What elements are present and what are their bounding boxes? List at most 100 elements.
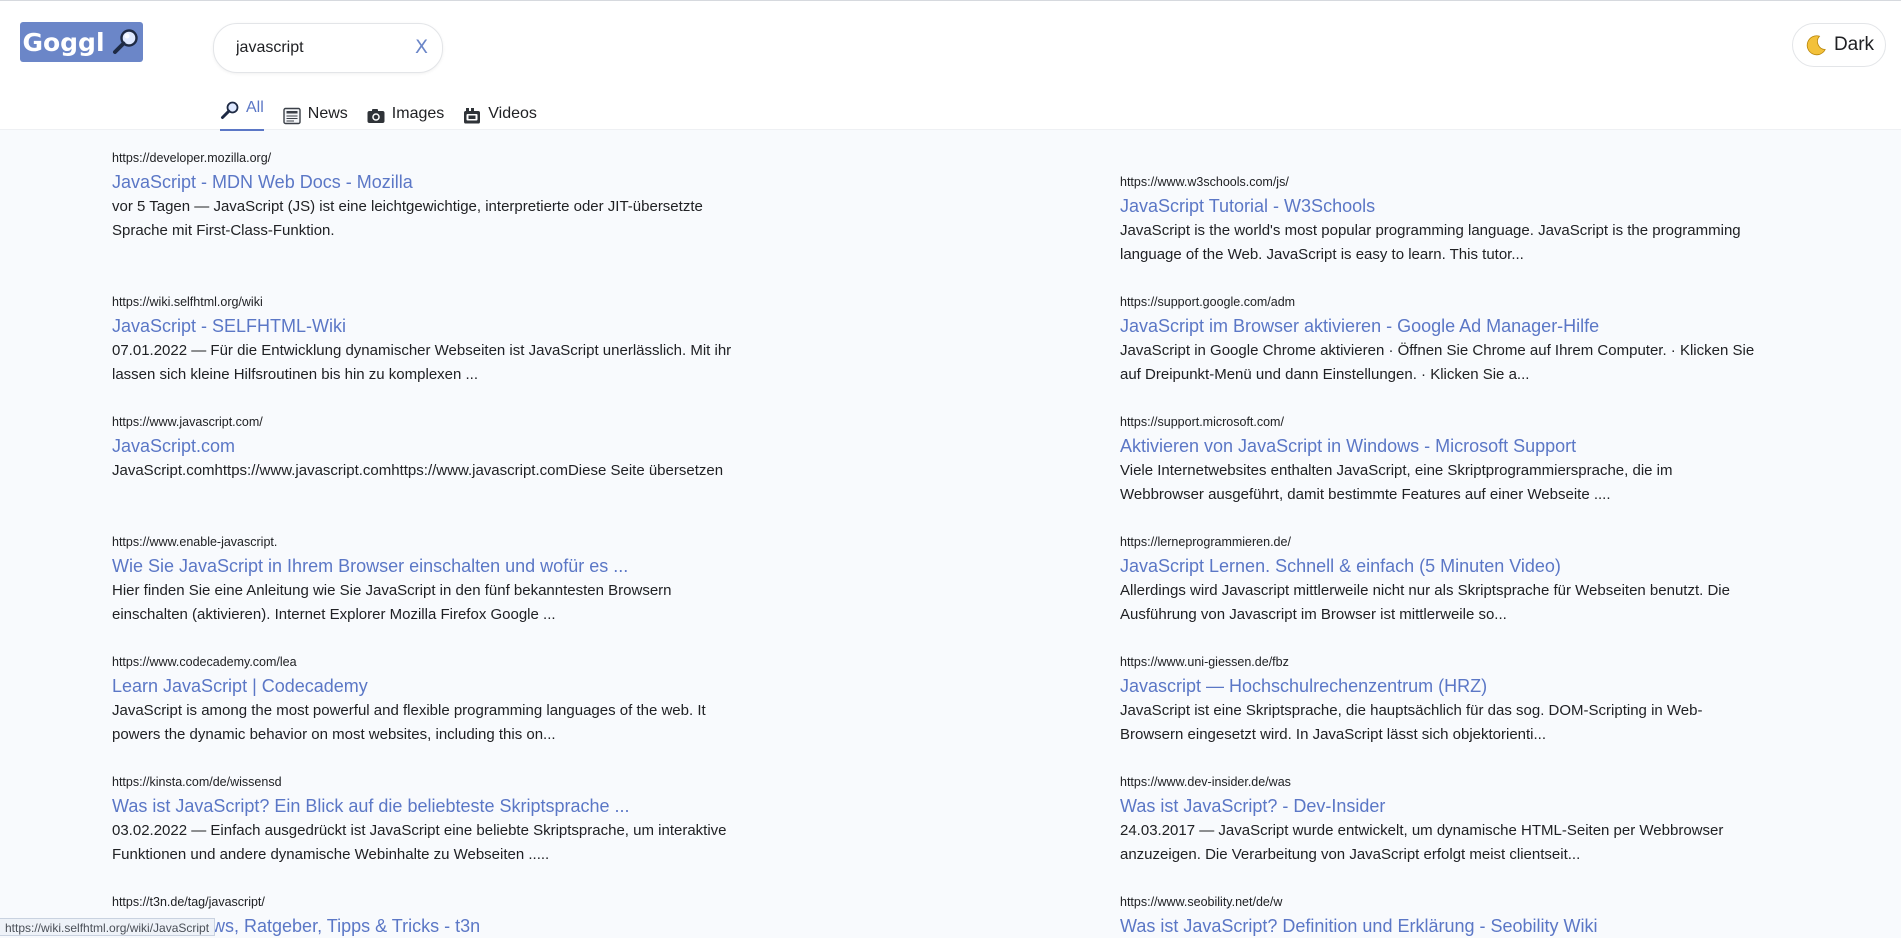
results-area: https://developer.mozilla.org/ JavaScrip… [0,130,1901,936]
tab-label: All [246,99,264,116]
logo-text: Goggl [22,27,105,57]
result-title-link[interactable]: JavaScript Lernen. Schnell & einfach (5 … [1120,554,1820,578]
snippet-line: lassen sich kleine Hilfsroutinen bis hin… [112,366,479,383]
result-snippet: 03.02.2022 — Einfach ausgedrückt ist Jav… [112,819,812,867]
snippet-line: powers the dynamic behavior on most webs… [112,726,556,743]
camera-icon [367,109,385,123]
snippet-line: Ausführung von Javascript im Browser ist… [1120,606,1507,623]
result-snippet: JavaScript.comhttps://www.javascript.com… [112,459,812,483]
snippet-line: JavaScript ist eine Skriptsprache, die h… [1120,702,1703,719]
result-url: https://www.seobility.net/de/w [1120,895,1283,909]
result-item: https://t3n.de/tag/javascript/ ews, Ratg… [112,894,812,938]
snippet-line: JavaScript in Google Chrome aktivieren ·… [1120,342,1755,359]
snippet-line: language of the Web. JavaScript is easy … [1120,246,1524,263]
snippet-line: 03.02.2022 — Einfach ausgedrückt ist Jav… [112,822,727,839]
snippet-line: Webbrowser ausgeführt, damit bestimmte F… [1120,486,1611,503]
magnifier-icon [221,101,239,119]
dark-mode-label: Dark [1833,34,1875,55]
tab-label: Videos [488,105,537,122]
result-url: https://kinsta.com/de/wissensd [112,775,282,789]
result-title-link[interactable]: ews, Ratgeber, Tipps & Tricks - t3n [112,914,812,938]
snippet-line: Hier finden Sie eine Anleitung wie Sie J… [112,582,672,599]
result-url: https://lerneprogrammieren.de/ [1120,535,1291,549]
tab-label: Images [391,105,445,122]
snippet-line: Viele Internetwebsites enthalten JavaScr… [1120,462,1673,479]
tab-videos[interactable]: Videos [462,97,537,131]
result-url: https://www.w3schools.com/js/ [1120,175,1289,189]
result-url: https://www.enable-javascript. [112,535,278,549]
result-title-link[interactable]: JavaScript Tutorial - W3Schools [1120,194,1820,218]
result-title-link[interactable]: Learn JavaScript | Codecademy [112,674,812,698]
snippet-line: einschalten (aktivieren). Internet Explo… [112,606,556,623]
result-item: https://wiki.selfhtml.org/wiki JavaScrip… [112,294,812,387]
result-url: https://support.microsoft.com/ [1120,415,1284,429]
tab-images[interactable]: Images [366,97,444,131]
result-snippet: JavaScript ist eine Skriptsprache, die h… [1120,699,1820,747]
dark-mode-toggle[interactable]: Dark [1792,23,1886,67]
snippet-line: JavaScript is the world's most popular p… [1120,222,1741,239]
result-url: https://t3n.de/tag/javascript/ [112,895,265,909]
snippet-line: 07.01.2022 — Für die Entwicklung dynamis… [112,342,732,359]
snippet-line: Funktionen und andere dynamische Webinha… [112,846,550,863]
search-box: X [213,23,443,73]
result-title-link[interactable]: JavaScript - SELFHTML-Wiki [112,314,812,338]
result-item: https://www.w3schools.com/js/ JavaScript… [1120,174,1820,267]
magnifier-icon [112,29,138,54]
result-snippet: Hier finden Sie eine Anleitung wie Sie J… [112,579,812,627]
result-item: https://www.uni-giessen.de/fbz Javascrip… [1120,654,1820,747]
result-snippet: Viele Internetwebsites enthalten JavaScr… [1120,459,1820,507]
moon-icon [1806,35,1826,56]
result-snippet: 07.01.2022 — Für die Entwicklung dynamis… [112,339,812,387]
result-title-link[interactable]: Was ist JavaScript? Ein Blick auf die be… [112,794,812,818]
result-url: https://developer.mozilla.org/ [112,151,272,165]
result-url: https://www.uni-giessen.de/fbz [1120,655,1289,669]
result-item: https://www.dev-insider.de/was Was ist J… [1120,774,1820,867]
tab-label: News [307,105,348,122]
result-url: https://www.javascript.com/ [112,415,263,429]
result-snippet: JavaScript is the world's most popular p… [1120,219,1820,267]
search-input[interactable] [236,36,406,60]
result-snippet: JavaScript is among the most powerful an… [112,699,812,747]
search-tabs: All News Images Videos [220,97,555,131]
result-title-link[interactable]: Wie Sie JavaScript in Ihrem Browser eins… [112,554,812,578]
snippet-line: JavaScript is among the most powerful an… [112,702,706,719]
result-url: https://support.google.com/adm [1120,295,1296,309]
result-item: https://developer.mozilla.org/ JavaScrip… [112,150,812,243]
result-title-link[interactable]: Javascript — Hochschulrechenzentrum (HRZ… [1120,674,1820,698]
result-title-link[interactable]: Was ist JavaScript? Definition und Erklä… [1120,914,1820,938]
result-item: https://lerneprogrammieren.de/ JavaScrip… [1120,534,1820,627]
snippet-line: 24.03.2017 — JavaScript wurde entwickelt… [1120,822,1724,839]
result-url: https://www.codecademy.com/lea [112,655,297,669]
result-item: https://www.enable-javascript. Wie Sie J… [112,534,812,627]
snippet-line: auf Dreipunkt-Menü und dann Einstellunge… [1120,366,1530,383]
clear-search-button[interactable]: X [415,36,428,58]
header: Goggl X All News [0,1,1901,131]
result-snippet: vor 5 Tagen — JavaScript (JS) ist eine l… [112,195,812,243]
video-camera-icon [464,108,481,124]
result-url: https://wiki.selfhtml.org/wiki [112,295,263,309]
result-item: https://support.microsoft.com/ Aktiviere… [1120,414,1820,507]
tab-news[interactable]: News [282,97,348,131]
result-item: https://www.seobility.net/de/w Was ist J… [1120,894,1820,938]
snippet-line: Browsern eingesetzt wird. In JavaScript … [1120,726,1547,743]
result-item: https://www.codecademy.com/lea Learn Jav… [112,654,812,747]
result-item: https://www.javascript.com/ JavaScript.c… [112,414,812,483]
result-item: https://support.google.com/adm JavaScrip… [1120,294,1820,387]
snippet-line: anzuzeigen. Die Verarbeitung von JavaScr… [1120,846,1581,863]
newspaper-icon [283,107,301,125]
result-title-link[interactable]: JavaScript im Browser aktivieren - Googl… [1120,314,1820,338]
snippet-line: Sprache mit First-Class-Funktion. [112,222,335,239]
link-status-bar: https://wiki.selfhtml.org/wiki/JavaScrip… [0,918,216,936]
result-title-link[interactable]: JavaScript - MDN Web Docs - Mozilla [112,170,812,194]
snippet-line: vor 5 Tagen — JavaScript (JS) ist eine l… [112,198,703,215]
result-item: https://kinsta.com/de/wissensd Was ist J… [112,774,812,867]
result-title-link[interactable]: JavaScript.com [112,434,812,458]
result-snippet: Allerdings wird Javascript mittlerweile … [1120,579,1820,627]
tab-all[interactable]: All [220,97,264,131]
result-title-link[interactable]: Was ist JavaScript? - Dev-Insider [1120,794,1820,818]
snippet-line: JavaScript.comhttps://www.javascript.com… [112,462,724,479]
result-title-link[interactable]: Aktivieren von JavaScript in Windows - M… [1120,434,1820,458]
result-snippet: 24.03.2017 — JavaScript wurde entwickelt… [1120,819,1820,867]
logo[interactable]: Goggl [20,22,143,62]
result-snippet: JavaScript in Google Chrome aktivieren ·… [1120,339,1820,387]
